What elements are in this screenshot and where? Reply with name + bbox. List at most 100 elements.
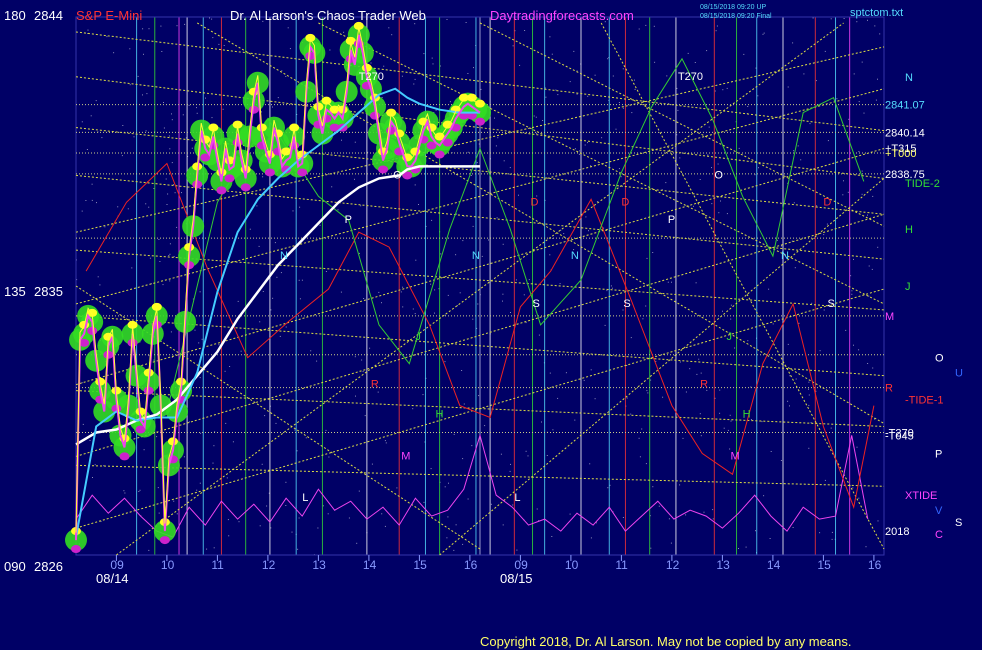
star <box>81 210 83 212</box>
star <box>262 291 264 292</box>
star <box>808 394 810 396</box>
star <box>671 281 672 283</box>
star <box>456 144 458 145</box>
level-label: R <box>885 383 893 395</box>
star <box>159 261 161 262</box>
star <box>502 243 504 245</box>
star <box>285 76 287 77</box>
star <box>182 114 184 116</box>
star <box>275 422 277 424</box>
star <box>630 337 632 339</box>
star <box>687 52 689 54</box>
star <box>145 203 147 205</box>
star <box>851 293 853 295</box>
star <box>86 149 88 150</box>
x-tick-label: 13 <box>312 558 326 572</box>
star <box>449 101 451 103</box>
star <box>868 295 870 297</box>
star <box>181 192 182 194</box>
star <box>212 37 214 39</box>
cycle-label: TIDE-2 <box>905 178 940 190</box>
star <box>296 450 298 452</box>
low-dot <box>71 545 81 554</box>
star <box>480 88 482 90</box>
star <box>259 525 261 527</box>
star <box>611 287 613 289</box>
star <box>173 500 175 502</box>
star <box>310 350 312 352</box>
star <box>533 115 535 117</box>
forecast-chart: 2841.072840.14+T315+T0002838.75MR-T270-T… <box>0 0 982 650</box>
star <box>712 518 714 520</box>
star <box>853 258 854 260</box>
star <box>381 513 383 515</box>
star <box>377 391 379 393</box>
star <box>447 294 449 296</box>
star <box>512 45 514 47</box>
star <box>645 305 647 307</box>
level-label: +T000 <box>885 148 917 160</box>
star <box>122 125 124 126</box>
star <box>325 429 327 431</box>
star <box>234 195 236 197</box>
star <box>104 226 106 228</box>
star <box>448 482 449 484</box>
star <box>730 420 732 422</box>
star <box>594 398 596 400</box>
star <box>557 94 559 96</box>
star <box>91 199 93 201</box>
cycle-label: H <box>905 224 913 236</box>
star <box>842 194 844 196</box>
star <box>645 463 647 465</box>
star <box>325 271 327 272</box>
low-dot <box>264 168 275 177</box>
star <box>166 204 168 205</box>
star <box>89 440 91 441</box>
star <box>496 217 498 219</box>
star <box>262 176 264 178</box>
star <box>622 107 624 109</box>
star <box>85 200 87 201</box>
star <box>830 427 832 429</box>
chart-mark-label: S <box>827 298 834 310</box>
site-link[interactable]: Daytradingforecasts.com <box>490 8 634 23</box>
star <box>787 400 789 402</box>
x-tick-label: 14 <box>767 558 781 572</box>
star <box>734 347 736 349</box>
star <box>780 245 782 247</box>
star <box>750 419 752 420</box>
star <box>795 378 797 380</box>
star <box>630 413 632 415</box>
star <box>213 547 215 549</box>
star <box>400 291 402 293</box>
star <box>631 112 633 114</box>
star <box>238 408 240 410</box>
star <box>798 322 800 324</box>
star <box>606 290 608 292</box>
instrument-title: S&P E-Mini <box>76 8 142 23</box>
day2-label: 08/15 <box>500 571 533 586</box>
star <box>199 377 201 379</box>
high-dot <box>475 99 485 108</box>
star <box>696 373 698 375</box>
star <box>129 84 131 86</box>
star <box>188 421 190 423</box>
low-dot <box>216 186 227 195</box>
star <box>518 194 519 196</box>
star <box>542 120 544 121</box>
y-tick-bottom-angle: 090 <box>4 559 26 574</box>
star <box>535 116 537 118</box>
star <box>662 396 664 398</box>
star <box>565 372 567 374</box>
star <box>724 238 726 240</box>
star <box>762 33 764 35</box>
star <box>97 276 99 278</box>
star <box>584 144 586 146</box>
star <box>96 202 97 204</box>
cycle-label: J <box>905 281 911 293</box>
star <box>747 340 749 342</box>
star <box>168 255 170 256</box>
star <box>322 505 324 507</box>
star <box>148 549 150 551</box>
star <box>167 193 169 195</box>
